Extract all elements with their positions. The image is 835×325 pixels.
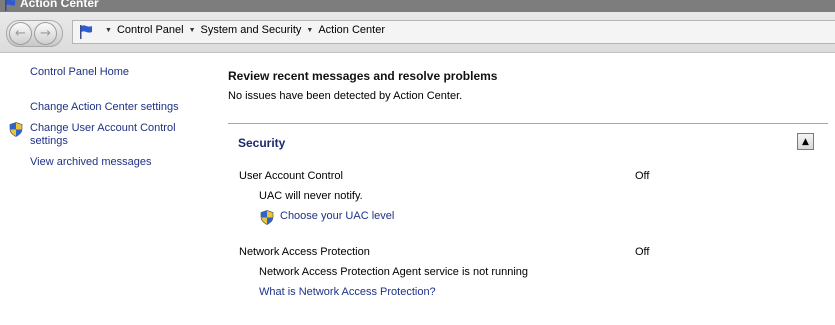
window-title: Action Center [20,0,99,10]
uac-label: User Account Control [239,170,343,182]
page-title: Review recent messages and resolve probl… [228,69,498,83]
chevron-down-icon[interactable]: ▼ [306,27,313,34]
forward-button[interactable]: → [34,22,57,45]
sidebar-item-view-archived-messages[interactable]: View archived messages [30,156,151,169]
address-bar[interactable]: ▼ Control Panel ▼ System and Security ▼ … [72,20,835,44]
nap-description: Network Access Protection Agent service … [259,266,529,278]
nav-buttons: ← → [6,20,63,47]
security-section-title[interactable]: Security [238,136,285,150]
sidebar-item-control-panel-home[interactable]: Control Panel Home [30,66,129,79]
back-arrow-icon: ← [15,26,26,41]
nap-status: Off [635,246,650,258]
chevron-down-icon[interactable]: ▼ [105,27,112,34]
collapse-button[interactable]: ▲ [797,133,814,150]
collapse-up-icon: ▲ [802,136,809,147]
breadcrumb-action-center[interactable]: Action Center [318,24,385,36]
flag-icon [3,0,17,12]
navigation-bar: ← → ▼ Control Panel ▼ System and Securit… [0,12,835,53]
forward-arrow-icon: → [40,26,51,41]
sidebar-item-change-uac-settings[interactable]: Change User Account Control settings [30,122,190,148]
nap-label: Network Access Protection [239,246,370,258]
divider [228,123,828,124]
breadcrumb-control-panel[interactable]: Control Panel [117,24,184,36]
back-button[interactable]: ← [9,22,32,45]
uac-shield-icon [260,210,274,228]
uac-description: UAC will never notify. [259,190,363,202]
uac-shield-icon [9,122,23,140]
breadcrumb-system-and-security[interactable]: System and Security [201,24,302,36]
left-pane: Control Panel Home Change Action Center … [0,53,215,325]
title-bar: Action Center [0,0,835,12]
choose-uac-level-link[interactable]: Choose your UAC level [280,210,394,222]
sidebar-item-change-action-center-settings[interactable]: Change Action Center settings [30,101,179,114]
uac-status: Off [635,170,650,182]
chevron-down-icon[interactable]: ▼ [189,27,196,34]
breadcrumb: ▼ Control Panel ▼ System and Security ▼ … [100,24,385,36]
status-message: No issues have been detected by Action C… [228,90,463,102]
what-is-nap-link[interactable]: What is Network Access Protection? [259,286,436,298]
flag-icon [78,24,94,43]
